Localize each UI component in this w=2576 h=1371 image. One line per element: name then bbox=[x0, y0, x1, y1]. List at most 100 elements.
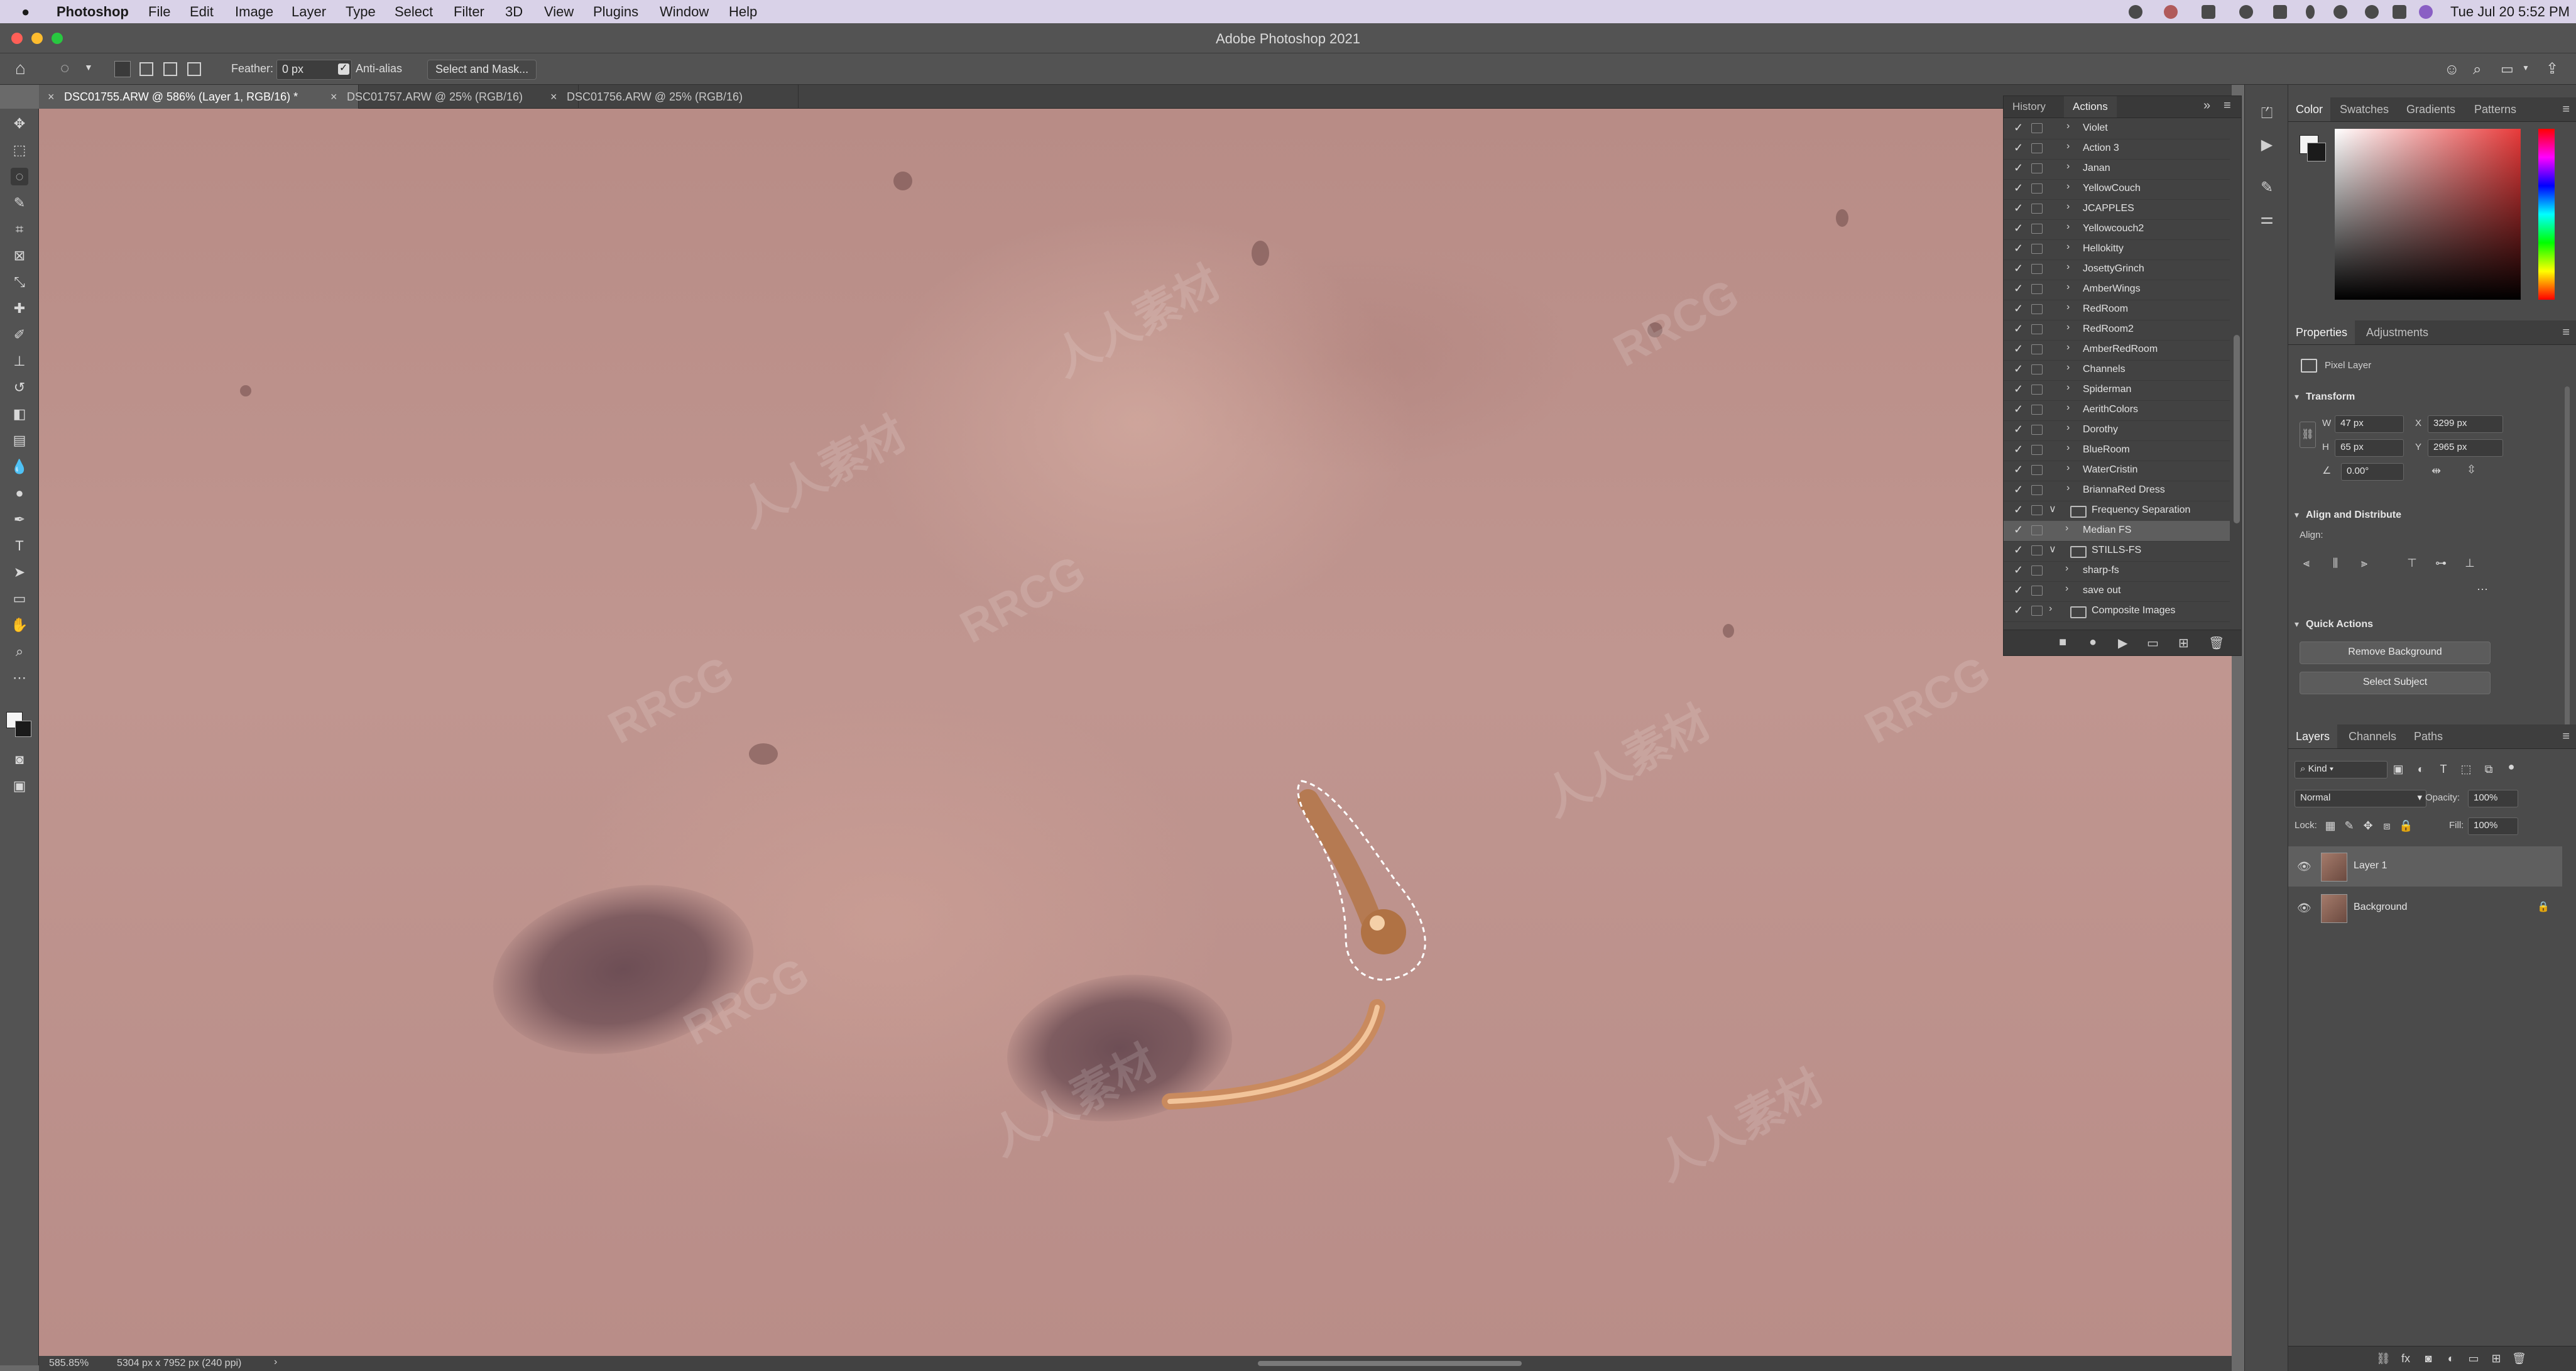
action-row[interactable]: ✓ › Channels bbox=[2004, 360, 2230, 381]
share-icon[interactable]: ⇪ bbox=[2546, 60, 2558, 78]
check-icon[interactable]: ✓ bbox=[2014, 141, 2023, 155]
new-selection-mode-icon[interactable] bbox=[114, 61, 131, 77]
creative-cloud-icon[interactable] bbox=[2164, 5, 2178, 19]
dialog-toggle-icon[interactable] bbox=[2031, 445, 2043, 455]
menu-plugins[interactable]: Plugins bbox=[593, 4, 638, 20]
menu-clock[interactable]: Tue Jul 20 5:52 PM bbox=[2438, 4, 2570, 20]
action-row[interactable]: ✓ › save out bbox=[2004, 581, 2230, 602]
action-row[interactable]: ✓ › AmberRedRoom bbox=[2004, 340, 2230, 361]
action-row[interactable]: ✓ › Janan bbox=[2004, 159, 2230, 180]
color-field[interactable] bbox=[2335, 129, 2521, 300]
check-icon[interactable]: ✓ bbox=[2014, 342, 2023, 356]
history-panel-icon[interactable]: ⏍ bbox=[2257, 104, 2277, 124]
check-icon[interactable]: ✓ bbox=[2014, 503, 2023, 516]
menu-layer[interactable]: Layer bbox=[292, 4, 326, 20]
menu-window[interactable]: Window bbox=[660, 4, 709, 20]
tab-properties[interactable]: Properties bbox=[2288, 320, 2355, 344]
background-color-swatch[interactable] bbox=[2307, 143, 2326, 161]
action-row[interactable]: ✓ › YellowCouch bbox=[2004, 179, 2230, 200]
check-icon[interactable]: ✓ bbox=[2014, 242, 2023, 255]
app-menu[interactable]: Photoshop bbox=[57, 4, 129, 20]
dodge-tool-icon[interactable]: ● bbox=[11, 484, 28, 502]
new-layer-icon[interactable]: ⊞ bbox=[2489, 1352, 2503, 1365]
chevron-right-icon[interactable]: › bbox=[2065, 583, 2068, 594]
lock-transparent-icon[interactable]: ▦ bbox=[2323, 819, 2337, 833]
action-row[interactable]: ✓ › BriannaRed Dress bbox=[2004, 481, 2230, 501]
action-row[interactable]: ✓ › BlueRoom bbox=[2004, 440, 2230, 461]
chevron-down-icon[interactable]: ▼ bbox=[84, 62, 93, 72]
hue-slider[interactable] bbox=[2538, 129, 2555, 300]
play-icon[interactable] bbox=[2239, 5, 2253, 19]
action-row[interactable]: ✓ › Hellokitty bbox=[2004, 239, 2230, 260]
height-field[interactable]: 65 px bbox=[2335, 439, 2404, 457]
dialog-toggle-icon[interactable] bbox=[2031, 505, 2043, 515]
close-tab-icon[interactable]: × bbox=[330, 85, 337, 109]
crop-tool-icon[interactable]: ⌗ bbox=[11, 221, 28, 238]
add-mask-icon[interactable]: ◙ bbox=[2421, 1352, 2435, 1365]
action-row[interactable]: ✓ › sharp-fs bbox=[2004, 561, 2230, 582]
layer-row-layer-1[interactable]: 👁 Layer 1 bbox=[2288, 846, 2562, 887]
quick-selection-tool-icon[interactable]: ✎ bbox=[11, 194, 28, 212]
visibility-eye-icon[interactable]: 👁 bbox=[2297, 902, 2311, 915]
dialog-toggle-icon[interactable] bbox=[2031, 204, 2043, 214]
align-top-edges-icon[interactable]: ⊤ bbox=[2405, 556, 2419, 570]
record-status-icon[interactable] bbox=[2129, 5, 2142, 19]
chevron-right-icon[interactable]: › bbox=[2066, 302, 2070, 313]
menu-filter[interactable]: Filter bbox=[454, 4, 484, 20]
check-icon[interactable]: ✓ bbox=[2014, 523, 2023, 537]
check-icon[interactable]: ✓ bbox=[2014, 222, 2023, 235]
align-right-edges-icon[interactable]: ⫸ bbox=[2357, 556, 2371, 570]
dialog-toggle-icon[interactable] bbox=[2031, 545, 2043, 555]
tab-paths[interactable]: Paths bbox=[2406, 724, 2450, 748]
menu-edit[interactable]: Edit bbox=[190, 4, 214, 20]
screen-mode-icon[interactable]: ▣ bbox=[11, 777, 28, 795]
zoom-tool-icon[interactable]: ⌕ bbox=[11, 643, 28, 660]
menu-help[interactable]: Help bbox=[729, 4, 757, 20]
check-icon[interactable]: ✓ bbox=[2014, 564, 2023, 577]
gradient-tool-icon[interactable]: ▤ bbox=[11, 432, 28, 449]
action-row[interactable]: ✓ › Yellowcouch2 bbox=[2004, 219, 2230, 240]
battery-icon[interactable] bbox=[2273, 5, 2287, 19]
spotlight-search-icon[interactable] bbox=[2365, 5, 2379, 19]
check-icon[interactable]: ✓ bbox=[2014, 121, 2023, 134]
dialog-toggle-icon[interactable] bbox=[2031, 344, 2043, 354]
play-selection-icon[interactable]: ▶ bbox=[2118, 635, 2127, 651]
chevron-right-icon[interactable]: › bbox=[2065, 523, 2068, 534]
chevron-right-icon[interactable]: › bbox=[2066, 362, 2070, 373]
layer-filter-kind[interactable]: ⌕ Kind ▾ bbox=[2295, 761, 2388, 778]
lock-all-icon[interactable]: 🔒 bbox=[2399, 819, 2413, 833]
lock-artboard-icon[interactable]: ⧈ bbox=[2380, 819, 2394, 833]
check-icon[interactable]: ✓ bbox=[2014, 463, 2023, 476]
check-icon[interactable]: ✓ bbox=[2014, 302, 2023, 315]
lock-position-icon[interactable]: ✥ bbox=[2361, 819, 2375, 833]
chevron-right-icon[interactable]: › bbox=[2066, 462, 2070, 474]
collapse-panel-icon[interactable]: » bbox=[2203, 99, 2210, 113]
blend-mode-select[interactable]: Normal ▾ bbox=[2295, 790, 2426, 807]
dialog-toggle-icon[interactable] bbox=[2031, 123, 2043, 133]
dialog-toggle-icon[interactable] bbox=[2031, 405, 2043, 415]
check-icon[interactable]: ✓ bbox=[2014, 322, 2023, 336]
hand-tool-icon[interactable]: ✋ bbox=[11, 616, 28, 634]
adjustments-icon[interactable]: ⚌ bbox=[2257, 209, 2277, 229]
dialog-toggle-icon[interactable] bbox=[2031, 525, 2043, 535]
layer-row-background[interactable]: 👁 Background 🔒 bbox=[2288, 888, 2562, 928]
chevron-down-icon[interactable]: ∨ bbox=[2049, 503, 2056, 515]
lock-icon[interactable]: 🔒 bbox=[2537, 900, 2550, 913]
chevron-right-icon[interactable]: › bbox=[2066, 141, 2070, 152]
chevron-right-icon[interactable]: › bbox=[2066, 382, 2070, 393]
check-icon[interactable]: ✓ bbox=[2014, 182, 2023, 195]
chevron-right-icon[interactable]: › bbox=[2066, 322, 2070, 333]
dialog-toggle-icon[interactable] bbox=[2031, 385, 2043, 395]
close-tab-icon[interactable]: × bbox=[48, 85, 55, 109]
blur-tool-icon[interactable]: 💧 bbox=[11, 458, 28, 476]
tab-dsc01756[interactable]: × DSC01756.ARW @ 25% (RGB/16) bbox=[542, 85, 799, 109]
chevron-right-icon[interactable]: › bbox=[2049, 603, 2052, 614]
bluetooth-icon[interactable] bbox=[2306, 5, 2315, 19]
check-icon[interactable]: ✓ bbox=[2014, 483, 2023, 496]
new-set-icon[interactable]: ▭ bbox=[2147, 635, 2159, 651]
check-icon[interactable]: ✓ bbox=[2014, 604, 2023, 617]
zoom-level[interactable]: 585.85% bbox=[49, 1358, 89, 1369]
search-icon[interactable]: ⌕ bbox=[2473, 61, 2481, 79]
menu-file[interactable]: File bbox=[148, 4, 170, 20]
dialog-toggle-icon[interactable] bbox=[2031, 465, 2043, 475]
